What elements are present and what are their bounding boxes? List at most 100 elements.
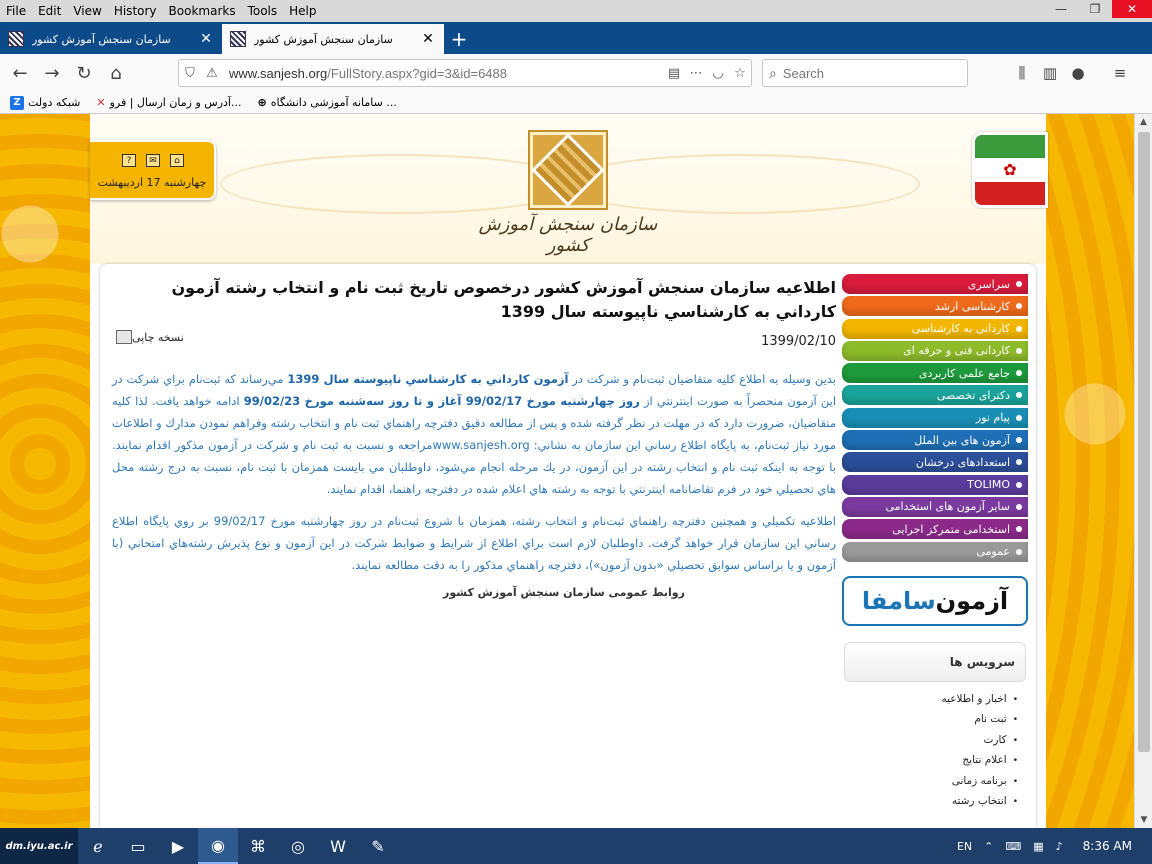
library-icon[interactable]: ⫼ (1008, 59, 1036, 87)
page-actions-icon[interactable]: ⋯ (685, 66, 707, 81)
side-menu-item[interactable]: کاردانی به کارشناسی (842, 318, 1028, 339)
chrome-icon[interactable]: ◎ (278, 828, 318, 864)
bookmark-label: شبکه دولت (28, 96, 81, 109)
samafa-banner[interactable]: آزمون سامفا (842, 575, 1028, 626)
menu-tools[interactable]: Tools (242, 4, 284, 18)
bookmark-1[interactable]: Z شبکه دولت (10, 95, 81, 110)
hamburger-menu-icon[interactable]: ≡ (1106, 59, 1134, 87)
side-menu-item[interactable]: آزمون های بین الملل (842, 430, 1028, 451)
side-menu-item[interactable]: کارشناسی ارشد (842, 296, 1028, 317)
new-tab-button[interactable]: + (444, 24, 474, 54)
tab-1[interactable]: سازمان سنجش آموزش کشور ✕ (0, 24, 222, 54)
tab-close-icon[interactable]: ✕ (198, 31, 214, 47)
word-icon[interactable]: W (318, 828, 358, 864)
scroll-up-icon[interactable]: ▲ (1135, 114, 1152, 130)
side-menu-item[interactable]: سراسری (842, 274, 1028, 294)
search-input[interactable]: ⌕ Search (762, 59, 968, 87)
service-link[interactable]: برنامه زمانی (844, 772, 1018, 793)
side-menu-label: پیام نور (975, 411, 1010, 425)
close-window-icon[interactable]: ✕ (1112, 0, 1152, 18)
article-signature: روابط عمومی سازمان سنجش آموزش کشور (443, 586, 685, 599)
side-menu-item[interactable]: کاردانی فنی و حرفه ای (842, 340, 1028, 361)
text-run: ادامه خواهد يافت. لذا كليه متقاضيان، ضرو… (112, 394, 837, 496)
site-favicon-icon (230, 31, 246, 47)
bullet-icon (1016, 481, 1022, 488)
insecure-connection-icon[interactable]: ⚠ (201, 66, 223, 81)
bookmark-2[interactable]: ✕ آدرس و زمان ارسال | فرو... (96, 96, 241, 109)
forward-icon[interactable]: → (36, 58, 68, 88)
restore-icon[interactable]: ❐ (1078, 0, 1112, 18)
service-link[interactable]: اعلام نتایج (844, 751, 1018, 772)
service-link[interactable]: کارت (844, 731, 1018, 752)
file-explorer-icon[interactable]: ▭ (118, 828, 158, 864)
language-indicator[interactable]: EN (951, 840, 978, 853)
ie-icon[interactable]: ℯ (78, 828, 118, 864)
sanjesh-logo[interactable] (530, 132, 606, 208)
home-link-icon[interactable]: ⌂ (170, 154, 184, 167)
scroll-down-icon[interactable]: ▼ (1135, 812, 1152, 828)
help-icon[interactable]: ? (122, 154, 136, 167)
sidebar-icon[interactable]: ▥ (1036, 59, 1064, 87)
page-scrollbar[interactable]: ▲ ▼ (1134, 114, 1152, 828)
side-menu-item[interactable]: استعدادهای درخشان (842, 452, 1028, 473)
side-menu-item[interactable]: سایر آزمون های استخدامی (842, 496, 1028, 517)
bookmark-star-icon[interactable]: ☆ (729, 66, 751, 81)
keyboard-icon[interactable]: ⌨ (999, 840, 1027, 853)
pocket-icon[interactable]: ◡ (707, 66, 729, 81)
side-menu-item[interactable]: استخدامی متمرکز اجرایی (842, 519, 1028, 540)
service-link[interactable]: ثبت نام (844, 710, 1018, 731)
back-icon[interactable]: ← (4, 58, 36, 88)
menu-help[interactable]: Help (283, 4, 322, 18)
clock[interactable]: 8:36 AM (1069, 839, 1152, 853)
bullet-icon (1016, 437, 1022, 444)
url-bar[interactable]: ⛉ ⚠ www.sanjesh.org/FullStory.aspx?gid=3… (178, 59, 752, 87)
minimize-icon[interactable]: — (1044, 0, 1078, 18)
reload-icon[interactable]: ↻ (68, 58, 100, 88)
menu-bookmarks[interactable]: Bookmarks (163, 4, 242, 18)
firefox-icon[interactable]: ◉ (198, 828, 238, 864)
home-icon[interactable]: ⌂ (100, 58, 132, 88)
service-link[interactable]: انتخاب رشته (844, 792, 1018, 813)
volume-icon[interactable]: ♪ (1050, 840, 1069, 853)
menu-edit[interactable]: Edit (32, 4, 67, 18)
reader-view-icon[interactable]: ▤ (663, 66, 685, 81)
header-quick-icons: ? ✉ ⌂ (122, 154, 184, 167)
side-menu-item[interactable]: پیام نور (842, 407, 1028, 428)
side-menu-item[interactable]: عمومی (842, 541, 1028, 562)
bullet-icon (1016, 548, 1022, 555)
bookmark-3[interactable]: ⊕ سامانه آموزشی دانشگاه ... (258, 96, 397, 109)
tab-close-icon[interactable]: ✕ (420, 31, 436, 47)
content-card: اطلاعيه سازمان سنجش آموزش كشور درخصوص تا… (100, 264, 1036, 828)
tray-arrow-icon[interactable]: ⌃ (978, 840, 999, 853)
article-paragraph-2: اطلاعيه تكميلي و همچنين دفترچه راهنماي ث… (112, 514, 836, 572)
start-button[interactable]: dm.iyu.ac.ir (0, 828, 78, 864)
side-menu-label: استعدادهای درخشان (915, 455, 1010, 469)
shield-icon[interactable]: ⛉ (179, 66, 201, 81)
network-icon[interactable]: ▦ (1027, 840, 1049, 853)
side-menu-item[interactable]: TOLIMO (842, 474, 1028, 495)
side-menu-item[interactable]: جامع علمی کاربردی (842, 363, 1028, 384)
scroll-thumb[interactable] (1138, 132, 1150, 752)
notepad-icon[interactable]: ✎ (358, 828, 398, 864)
service-link[interactable]: اخبار و اطلاعیه (844, 690, 1018, 711)
bullet-icon (1016, 325, 1022, 332)
side-menu-item[interactable]: دکترای تخصصی (842, 385, 1028, 406)
services-title: سرویس ها (844, 641, 1026, 682)
article-paragraph-1: بدين وسيله به اطلاع كليه متقاضيان ثبت‌نا… (112, 368, 836, 500)
tab-2-active[interactable]: سازمان سنجش آموزش کشور ✕ (222, 24, 444, 54)
mail-icon[interactable]: ✉ (146, 154, 160, 167)
current-date: چهارشنبه 17 اردیبهشت (97, 176, 207, 189)
acrobat-icon[interactable]: ⌘ (238, 828, 278, 864)
tab-label: سازمان سنجش آموزش کشور (254, 32, 393, 46)
print-version-link[interactable]: نسخه چاپی (112, 330, 184, 344)
side-menu-label: آزمون های بین الملل (914, 433, 1010, 447)
media-player-icon[interactable]: ▶ (158, 828, 198, 864)
account-icon[interactable]: ● (1064, 59, 1092, 87)
bullet-icon (1016, 503, 1022, 510)
iran-flag: ✿ (972, 132, 1048, 208)
menu-file[interactable]: File (0, 4, 32, 18)
bullet-icon (1016, 370, 1022, 377)
url-text[interactable]: www.sanjesh.org/FullStory.aspx?gid=3&id=… (223, 66, 663, 81)
menu-history[interactable]: History (108, 4, 163, 18)
menu-view[interactable]: View (67, 4, 107, 18)
